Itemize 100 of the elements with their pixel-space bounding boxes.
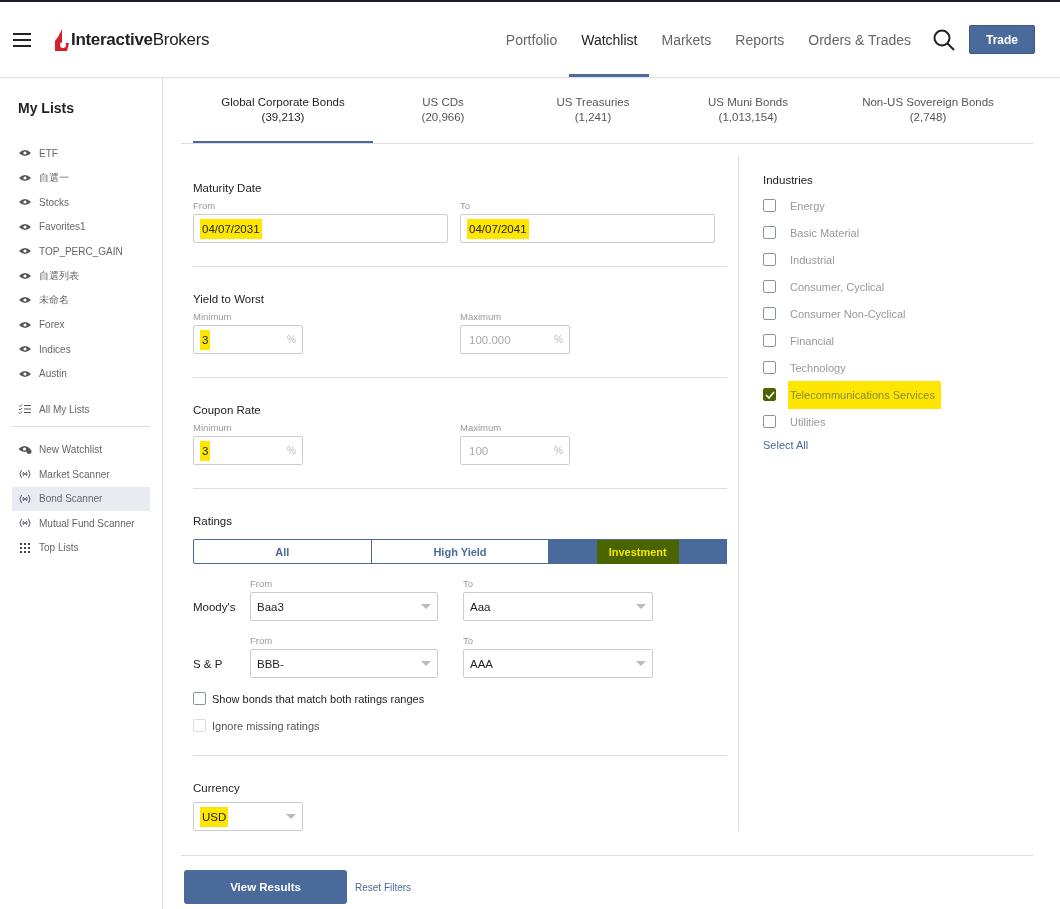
sidebar-item[interactable]: 自選一 <box>12 165 150 190</box>
checkbox[interactable] <box>193 692 206 705</box>
checkbox-label: Ignore missing ratings <box>212 719 320 732</box>
checkbox-label: Technology <box>789 360 847 376</box>
date-field[interactable]: 04/07/2031 <box>193 214 448 243</box>
trade-button[interactable]: Trade <box>969 25 1035 54</box>
checkbox[interactable] <box>763 199 776 212</box>
rating-segment[interactable]: All <box>193 539 372 564</box>
rating-segment[interactable]: High Yield <box>370 539 550 564</box>
rating-select[interactable]: AAA <box>463 649 653 678</box>
checkbox[interactable] <box>763 307 776 320</box>
field-label: Minimum <box>193 311 233 322</box>
signal-icon <box>18 518 32 529</box>
nav-tab[interactable]: Reports <box>723 2 797 77</box>
field-label: From <box>193 200 217 211</box>
sidebar-item[interactable]: Top Lists <box>12 535 150 560</box>
checkbox-label: Financial <box>789 333 836 349</box>
rating-select[interactable]: Baa3 <box>250 592 438 621</box>
checkbox[interactable] <box>763 280 776 293</box>
eye-icon <box>18 222 32 231</box>
field-label: Maximum <box>460 422 503 433</box>
field-label: To <box>463 578 475 589</box>
section-title: Maturity Date <box>193 182 263 194</box>
eye-icon <box>18 320 32 329</box>
sidebar-item[interactable]: Market Scanner <box>12 462 150 487</box>
sidebar-item[interactable]: ETF <box>12 141 150 166</box>
checkbox[interactable] <box>763 415 776 428</box>
section-title: Industries <box>763 174 814 186</box>
checkbox[interactable] <box>763 361 776 374</box>
section-title: Ratings <box>193 515 233 527</box>
sidebar-item[interactable]: New Watchlist <box>12 437 150 462</box>
sidebar-item[interactable]: Bond Scanner <box>12 486 150 511</box>
caret-icon <box>421 661 431 666</box>
sidebar-item[interactable]: 自選列表 <box>12 263 150 288</box>
sidebar-item[interactable]: Austin <box>12 361 150 386</box>
bond-tab[interactable]: US Muni Bonds (1,013,154) <box>673 78 823 143</box>
field-label: Minimum <box>193 422 233 433</box>
checkbox-label: Consumer Non-Cyclical <box>789 306 907 322</box>
sidebar-title: My Lists <box>17 100 75 116</box>
bond-tab[interactable]: US Treasuries (1,241) <box>513 78 673 143</box>
rating-select[interactable]: BBB- <box>250 649 438 678</box>
bond-tab[interactable]: Global Corporate Bonds (39,213) <box>193 78 373 143</box>
number-field[interactable]: 3 % <box>193 325 303 354</box>
nav-tab[interactable]: Markets <box>649 2 724 77</box>
checkbox[interactable] <box>763 388 776 401</box>
checkbox-label: Energy <box>789 198 826 214</box>
sidebar-item[interactable]: Favorites1 <box>12 214 150 239</box>
checkbox[interactable] <box>763 226 776 239</box>
eye-plus-icon <box>18 445 32 455</box>
sidebar-item[interactable]: Forex <box>12 312 150 337</box>
section-title: Yield to Worst <box>193 293 265 305</box>
checkbox-label: Telecommunications Services <box>788 380 941 409</box>
nav-tab[interactable]: Orders & Trades <box>796 2 923 77</box>
caret-icon <box>636 604 646 609</box>
date-field[interactable]: 04/07/2041 <box>460 214 715 243</box>
logo-text: InteractiveBrokers <box>71 29 210 50</box>
nav-tab[interactable]: Watchlist <box>569 2 650 77</box>
nav-tab[interactable]: Portfolio <box>493 2 570 77</box>
bond-tab[interactable]: US CDs (20,966) <box>373 78 513 143</box>
section-title: Currency <box>193 782 241 794</box>
caret-icon <box>286 814 296 819</box>
eye-icon <box>18 173 32 182</box>
sidebar-item[interactable]: 未命名 <box>12 288 150 313</box>
field-label: To <box>463 635 475 646</box>
bond-tab[interactable]: Non-US Sovereign Bonds (2,748) <box>823 78 1033 143</box>
field-label: Maximum <box>460 311 503 322</box>
field-label: From <box>250 578 274 589</box>
field-label: From <box>250 635 274 646</box>
menu-icon[interactable] <box>13 32 31 47</box>
reset-filters-link[interactable]: Reset Filters <box>355 881 412 893</box>
eye-icon <box>18 369 32 378</box>
sidebar-item[interactable]: All My Lists <box>12 397 150 422</box>
logo-icon <box>55 28 69 51</box>
eye-icon <box>18 271 32 280</box>
section-title: Coupon Rate <box>193 404 262 416</box>
caret-icon <box>421 604 431 609</box>
sidebar-item[interactable]: Indices <box>12 337 150 362</box>
sidebar-item[interactable]: TOP_PERC_GAIN <box>12 239 150 264</box>
sidebar-item[interactable]: Stocks <box>12 190 150 215</box>
sidebar-item[interactable]: Mutual Fund Scanner <box>12 511 150 536</box>
search-icon[interactable] <box>933 28 955 51</box>
number-field[interactable]: 3 % <box>193 436 303 465</box>
checkbox[interactable] <box>763 253 776 266</box>
rating-select[interactable]: Aaa <box>463 592 653 621</box>
eye-icon <box>18 296 32 305</box>
caret-icon <box>636 661 646 666</box>
eye-icon <box>18 198 32 207</box>
view-results-button[interactable]: View Results <box>184 870 347 904</box>
checkbox[interactable] <box>763 334 776 347</box>
eye-icon <box>18 247 32 256</box>
currency-select[interactable]: USD <box>193 802 303 831</box>
grid-icon <box>18 542 32 553</box>
rating-segment[interactable]: Investment <box>548 539 727 564</box>
eye-icon <box>18 345 32 354</box>
select-all-link[interactable]: Select All <box>763 439 1033 451</box>
eye-icon <box>18 149 32 158</box>
agency-label: Moody's <box>193 600 237 615</box>
agency-label: S & P <box>193 657 224 672</box>
field-label: To <box>460 200 472 211</box>
checkbox-label: Consumer, Cyclical <box>789 279 886 295</box>
